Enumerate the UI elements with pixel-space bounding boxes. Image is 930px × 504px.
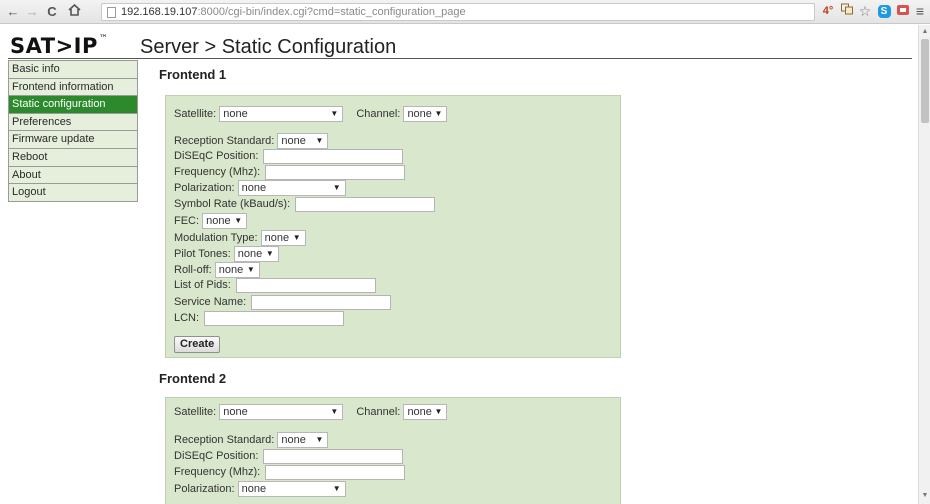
- page-header: SAT>IP™ Server > Static Configuration: [8, 33, 912, 59]
- reception-row: Reception Standard: none ▼: [174, 432, 329, 448]
- channel-select[interactable]: none ▼: [403, 106, 448, 122]
- sidebar-nav: Basic info Frontend information Static c…: [8, 60, 138, 202]
- diseqc-row: DiSEqC Position:: [174, 148, 404, 164]
- modulation-type-select[interactable]: none ▼: [260, 230, 306, 246]
- pilot-tones-row: Pilot Tones: none ▼: [174, 246, 279, 262]
- sidebar-item-logout[interactable]: Logout: [8, 184, 138, 202]
- diseqc-position-input[interactable]: [263, 448, 404, 464]
- page-title: Server > Static Configuration: [140, 36, 397, 58]
- extension-icon[interactable]: [895, 3, 911, 20]
- modulation-row: Modulation Type: none ▼: [174, 230, 306, 246]
- chevron-down-icon: ▼: [315, 435, 324, 444]
- pids-row: List of Pids:: [174, 277, 376, 293]
- menu-icon[interactable]: ≡: [912, 3, 928, 20]
- polarization-select[interactable]: none ▼: [237, 180, 346, 196]
- symbol-rate-row: Symbol Rate (kBaud/s):: [174, 196, 436, 212]
- scroll-down-icon[interactable]: ▼: [921, 491, 929, 501]
- sidebar-item-reboot[interactable]: Reboot: [8, 148, 138, 167]
- sidebar-item-static-configuration[interactable]: Static configuration: [8, 96, 138, 114]
- frequency-row: Frequency (Mhz):: [174, 164, 406, 180]
- scroll-up-icon[interactable]: ▲: [921, 27, 929, 37]
- chevron-down-icon: ▼: [434, 109, 443, 118]
- diseqc-position-input[interactable]: [263, 148, 404, 164]
- page-icon: [107, 7, 116, 18]
- star-icon[interactable]: ☆: [857, 3, 873, 20]
- reload-icon[interactable]: C: [44, 3, 60, 21]
- chevron-down-icon: ▼: [292, 233, 301, 242]
- frontend-2-title: Frontend 2: [159, 371, 227, 386]
- polarization-row: Polarization: none ▼: [174, 481, 346, 497]
- address-bar[interactable]: 192.168.19.107:8000/cgi-bin/index.cgi?cm…: [101, 3, 815, 21]
- page-scrollbar[interactable]: ▲ ▼: [918, 25, 930, 504]
- channel-select[interactable]: none ▼: [403, 404, 448, 420]
- frequency-input[interactable]: [265, 464, 406, 480]
- forward-icon[interactable]: →: [24, 3, 40, 21]
- roll-off-select[interactable]: none ▼: [214, 262, 260, 278]
- skype-icon[interactable]: S: [876, 3, 892, 20]
- satip-logo: SAT>IP™: [10, 34, 109, 58]
- pilot-tones-select[interactable]: none ▼: [233, 246, 279, 262]
- chevron-down-icon: ▼: [330, 109, 339, 118]
- reception-standard-select[interactable]: none ▼: [277, 133, 329, 149]
- polarization-select[interactable]: none ▼: [237, 481, 346, 497]
- url-text: 192.168.19.107:8000/cgi-bin/index.cgi?cm…: [121, 6, 466, 18]
- list-of-pids-input[interactable]: [235, 277, 376, 293]
- sidebar-item-frontend-information[interactable]: Frontend information: [8, 78, 138, 97]
- back-icon[interactable]: ←: [5, 3, 21, 21]
- reception-row: Reception Standard: none ▼: [174, 133, 329, 149]
- symbol-rate-input[interactable]: [295, 196, 436, 212]
- scroll-thumb[interactable]: [921, 39, 929, 123]
- home-icon[interactable]: [66, 3, 82, 21]
- chevron-down-icon: ▼: [234, 216, 243, 225]
- sidebar-item-firmware-update[interactable]: Firmware update: [8, 131, 138, 149]
- frequency-input[interactable]: [265, 164, 406, 180]
- sidebar-item-basic-info[interactable]: Basic info: [8, 61, 138, 79]
- satellite-select[interactable]: none ▼: [219, 404, 344, 420]
- fec-select[interactable]: none ▼: [202, 213, 248, 229]
- create-button[interactable]: Create: [174, 336, 221, 353]
- reception-standard-select[interactable]: none ▼: [277, 432, 329, 448]
- chevron-down-icon: ▼: [246, 265, 255, 274]
- browser-toolbar: ← → C 192.168.19.107:8000/cgi-bin/index.…: [0, 0, 930, 24]
- page-content: SAT>IP™ Server > Static Configuration Ba…: [0, 25, 918, 504]
- polarization-row: Polarization: none ▼: [174, 180, 346, 196]
- frontend-1-panel: Satellite: none ▼ Channel: none ▼ Receptio…: [165, 95, 621, 358]
- satellite-row: Satellite: none ▼ Channel: none ▼: [174, 404, 448, 420]
- sidebar-item-about[interactable]: About: [8, 166, 138, 185]
- weather-icon[interactable]: 4°: [820, 3, 836, 20]
- chevron-down-icon: ▼: [265, 249, 274, 258]
- satellite-row: Satellite: none ▼ Channel: none ▼: [174, 106, 448, 122]
- lcn-input[interactable]: [204, 310, 345, 326]
- chevron-down-icon: ▼: [330, 407, 339, 416]
- frequency-row: Frequency (Mhz):: [174, 464, 406, 480]
- chevron-down-icon: ▼: [434, 407, 443, 416]
- frontend-2-panel: Satellite: none ▼ Channel: none ▼ Receptio…: [165, 397, 621, 504]
- chevron-down-icon: ▼: [315, 136, 324, 145]
- service-name-input[interactable]: [251, 294, 392, 310]
- sidebar-item-preferences[interactable]: Preferences: [8, 113, 138, 132]
- satellite-select[interactable]: none ▼: [219, 106, 344, 122]
- frontend-1-title: Frontend 1: [159, 67, 227, 82]
- fec-row: FEC: none ▼: [174, 213, 248, 229]
- diseqc-row: DiSEqC Position:: [174, 448, 404, 464]
- chevron-down-icon: ▼: [332, 484, 341, 493]
- service-name-row: Service Name:: [174, 294, 392, 310]
- translate-icon[interactable]: [839, 3, 855, 20]
- lcn-row: LCN:: [174, 310, 345, 326]
- chevron-down-icon: ▼: [332, 183, 341, 192]
- rolloff-row: Roll-off: none ▼: [174, 262, 260, 278]
